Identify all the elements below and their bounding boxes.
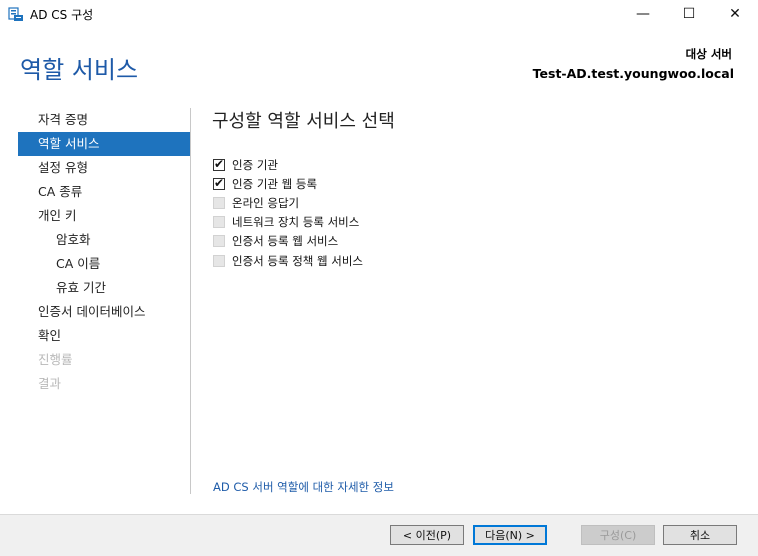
nav-item-credentials[interactable]: 자격 증명: [18, 108, 190, 132]
role-online-responder: 온라인 응답기: [213, 193, 363, 212]
role-services-list: ✔ 인증 기관 ✔ 인증 기관 웹 등록 온라인 응답기 네트워크 장치 등록 …: [213, 155, 363, 270]
title-bar: AD CS 구성 — ☐ ✕: [0, 0, 758, 28]
role-network-device-enrollment: 네트워크 장치 등록 서비스: [213, 213, 363, 232]
role-label: 인증 기관: [232, 157, 278, 172]
close-icon: ✕: [729, 6, 741, 22]
nav-item-cryptography[interactable]: 암호화: [18, 228, 190, 252]
server-manager-icon: [8, 6, 24, 22]
check-icon: ✔: [214, 175, 225, 190]
minimize-button[interactable]: —: [620, 0, 666, 28]
nav-item-certificate-database[interactable]: 인증서 데이터베이스: [18, 300, 190, 324]
page-title: 역할 서비스: [20, 56, 139, 84]
configure-button: 구성(C): [581, 525, 655, 545]
nav-item-ca-type[interactable]: CA 종류: [18, 180, 190, 204]
checkbox-online-responder: [213, 196, 225, 209]
checkbox-network-device-enrollment: [213, 216, 225, 229]
cancel-button[interactable]: 취소: [663, 525, 737, 545]
check-icon: ✔: [214, 156, 225, 171]
minimize-icon: —: [636, 6, 650, 22]
checkbox-certification-authority[interactable]: ✔: [213, 156, 225, 171]
nav-item-ca-name[interactable]: CA 이름: [18, 252, 190, 276]
previous-button[interactable]: < 이전(P): [390, 525, 464, 545]
role-certificate-enrollment-policy-web-service: 인증서 등록 정책 웹 서비스: [213, 251, 363, 270]
next-button[interactable]: 다음(N) >: [473, 525, 547, 545]
nav-item-confirmation[interactable]: 확인: [18, 324, 190, 348]
maximize-button[interactable]: ☐: [666, 0, 712, 28]
target-server-label: 대상 서버: [685, 47, 732, 61]
role-label: 인증서 등록 웹 서비스: [232, 234, 339, 249]
checkbox-ca-web-enrollment[interactable]: ✔: [213, 175, 225, 190]
checkbox-certificate-enrollment-web-service: [213, 235, 225, 248]
wizard-nav: 자격 증명 역할 서비스 설정 유형 CA 종류 개인 키 암호화 CA 이름 …: [18, 108, 190, 396]
nav-item-role-services[interactable]: 역할 서비스: [18, 132, 190, 156]
role-label: 인증 기관 웹 등록: [232, 176, 318, 191]
role-certification-authority[interactable]: ✔ 인증 기관: [213, 155, 363, 174]
nav-divider: [190, 108, 191, 494]
more-info-link[interactable]: AD CS 서버 역할에 대한 자세한 정보: [213, 479, 394, 495]
nav-item-validity-period[interactable]: 유효 기간: [18, 276, 190, 300]
window-title: AD CS 구성: [30, 8, 94, 22]
role-label: 인증서 등록 정책 웹 서비스: [232, 253, 364, 268]
role-certificate-enrollment-web-service: 인증서 등록 웹 서비스: [213, 232, 363, 251]
checkbox-certificate-enrollment-policy-web-service: [213, 254, 225, 267]
nav-item-setup-type[interactable]: 설정 유형: [18, 156, 190, 180]
target-server-name: Test-AD.test.youngwoo.local: [532, 66, 734, 81]
close-button[interactable]: ✕: [712, 0, 758, 28]
section-title: 구성할 역할 서비스 선택: [212, 111, 395, 132]
role-label: 온라인 응답기: [232, 195, 300, 210]
role-ca-web-enrollment[interactable]: ✔ 인증 기관 웹 등록: [213, 174, 363, 193]
footer-bar: < 이전(P) 다음(N) > 구성(C) 취소: [0, 514, 758, 556]
role-label: 네트워크 장치 등록 서비스: [232, 215, 360, 230]
maximize-icon: ☐: [682, 6, 696, 22]
nav-item-progress: 진행률: [38, 352, 73, 367]
nav-item-private-key[interactable]: 개인 키: [18, 204, 190, 228]
nav-item-results: 결과: [38, 376, 62, 391]
